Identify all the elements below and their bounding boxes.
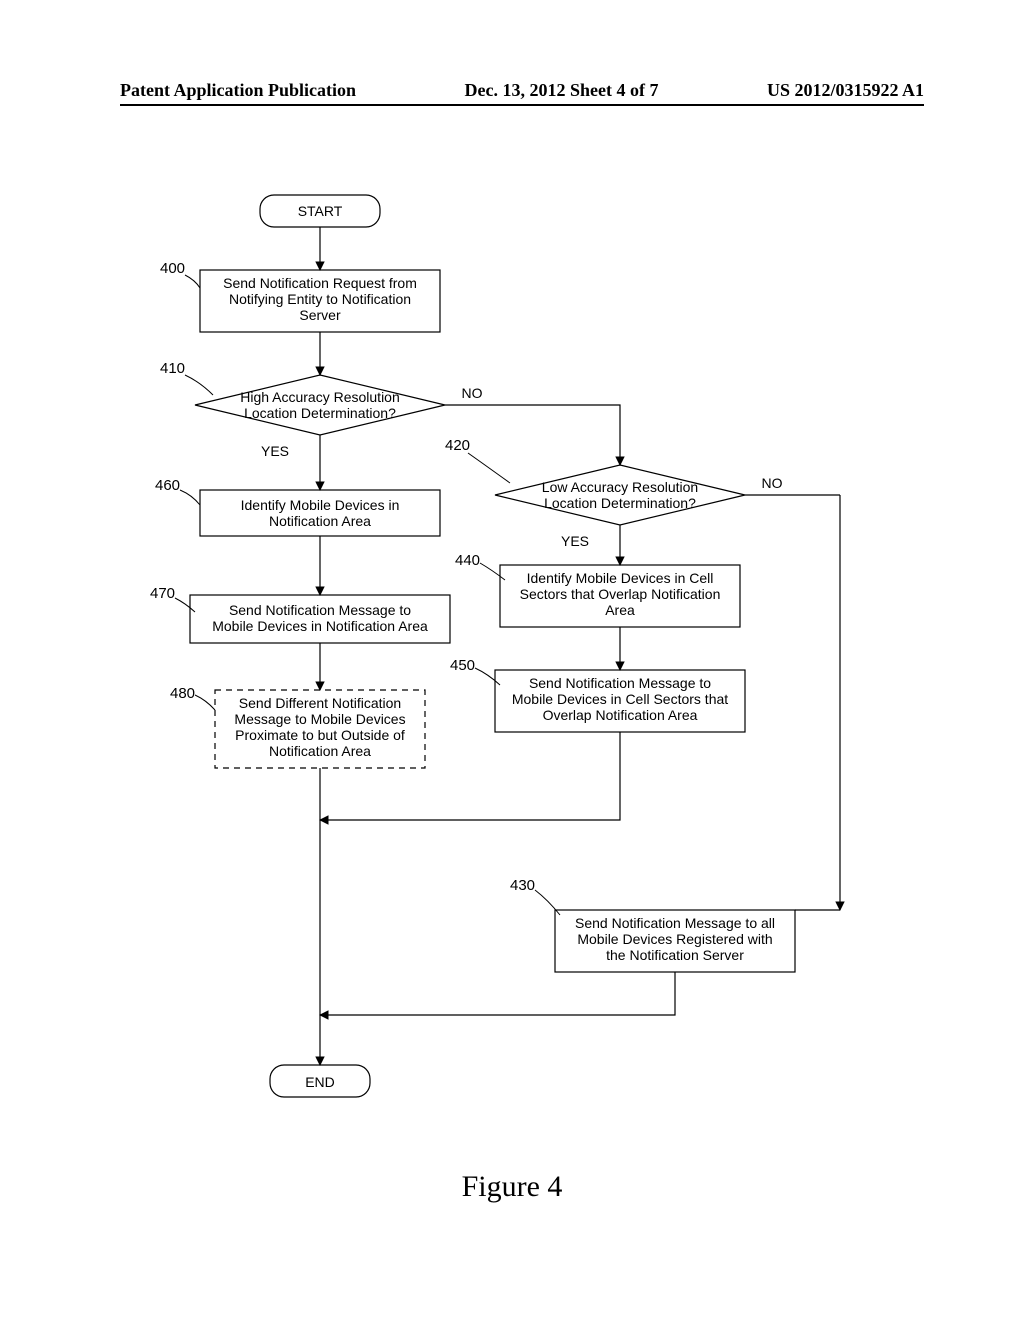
n460-l1: Identify Mobile Devices in	[241, 497, 400, 513]
ref-430: 430	[510, 877, 535, 894]
n480-l2: Message to Mobile Devices	[234, 711, 405, 727]
n430-l2: Mobile Devices Registered with	[577, 931, 772, 947]
n470-l1: Send Notification Message to	[229, 602, 411, 618]
node-start: START	[260, 195, 380, 227]
n440-l1: Identify Mobile Devices in Cell	[527, 570, 714, 586]
n450-l3: Overlap Notification Area	[543, 707, 698, 723]
node-450: Send Notification Message to Mobile Devi…	[495, 670, 745, 732]
label-410-no: NO	[462, 385, 483, 401]
header-center: Dec. 13, 2012 Sheet 4 of 7	[465, 80, 659, 101]
n400-l2: Notifying Entity to Notification	[229, 291, 411, 307]
node-470: Send Notification Message to Mobile Devi…	[190, 595, 450, 643]
n450-l1: Send Notification Message to	[529, 675, 711, 691]
n450-l2: Mobile Devices in Cell Sectors that	[512, 691, 728, 707]
node-420: Low Accuracy Resolution Location Determi…	[495, 465, 745, 525]
start-label: START	[298, 203, 343, 219]
n460-l2: Notification Area	[269, 513, 371, 529]
ref-470: 470	[150, 585, 175, 602]
ref-440: 440	[455, 552, 480, 569]
n410-l1: High Accuracy Resolution	[240, 389, 400, 405]
page: Patent Application Publication Dec. 13, …	[0, 0, 1024, 1320]
n470-l2: Mobile Devices in Notification Area	[212, 618, 428, 634]
label-410-yes: YES	[261, 443, 289, 459]
page-header: Patent Application Publication Dec. 13, …	[120, 80, 924, 101]
node-440: Identify Mobile Devices in Cell Sectors …	[500, 565, 740, 627]
flowchart: START Send Notification Request from Not…	[0, 120, 1024, 1170]
node-430: Send Notification Message to all Mobile …	[555, 910, 795, 972]
n440-l3: Area	[605, 602, 635, 618]
ref-480: 480	[170, 685, 195, 702]
n480-l1: Send Different Notification	[239, 695, 401, 711]
n400-l1: Send Notification Request from	[223, 275, 417, 291]
label-420-no: NO	[762, 475, 783, 491]
n440-l2: Sectors that Overlap Notification	[520, 586, 721, 602]
end-label: END	[305, 1074, 335, 1090]
n410-l2: Location Determination?	[244, 405, 396, 421]
n420-l1: Low Accuracy Resolution	[542, 479, 698, 495]
node-400: Send Notification Request from Notifying…	[200, 270, 440, 332]
header-left: Patent Application Publication	[120, 80, 356, 101]
node-410: High Accuracy Resolution Location Determ…	[195, 375, 445, 435]
ref-410: 410	[160, 360, 185, 377]
ref-400: 400	[160, 260, 185, 277]
ref-420: 420	[445, 437, 470, 454]
flowchart-svg: START Send Notification Request from Not…	[0, 120, 1024, 1170]
n400-l3: Server	[299, 307, 341, 323]
node-460: Identify Mobile Devices in Notification …	[200, 490, 440, 536]
ref-460: 460	[155, 477, 180, 494]
node-480: Send Different Notification Message to M…	[215, 690, 425, 768]
n480-l3: Proximate to but Outside of	[235, 727, 405, 743]
n430-l1: Send Notification Message to all	[575, 915, 775, 931]
label-420-yes: YES	[561, 533, 589, 549]
n480-l4: Notification Area	[269, 743, 371, 759]
node-end: END	[270, 1065, 370, 1097]
figure-caption: Figure 4	[0, 1170, 1024, 1204]
ref-450: 450	[450, 657, 475, 674]
n430-l3: the Notification Server	[606, 947, 744, 963]
header-right: US 2012/0315922 A1	[767, 80, 924, 101]
header-rule	[120, 104, 924, 106]
n420-l2: Location Determination?	[544, 495, 696, 511]
